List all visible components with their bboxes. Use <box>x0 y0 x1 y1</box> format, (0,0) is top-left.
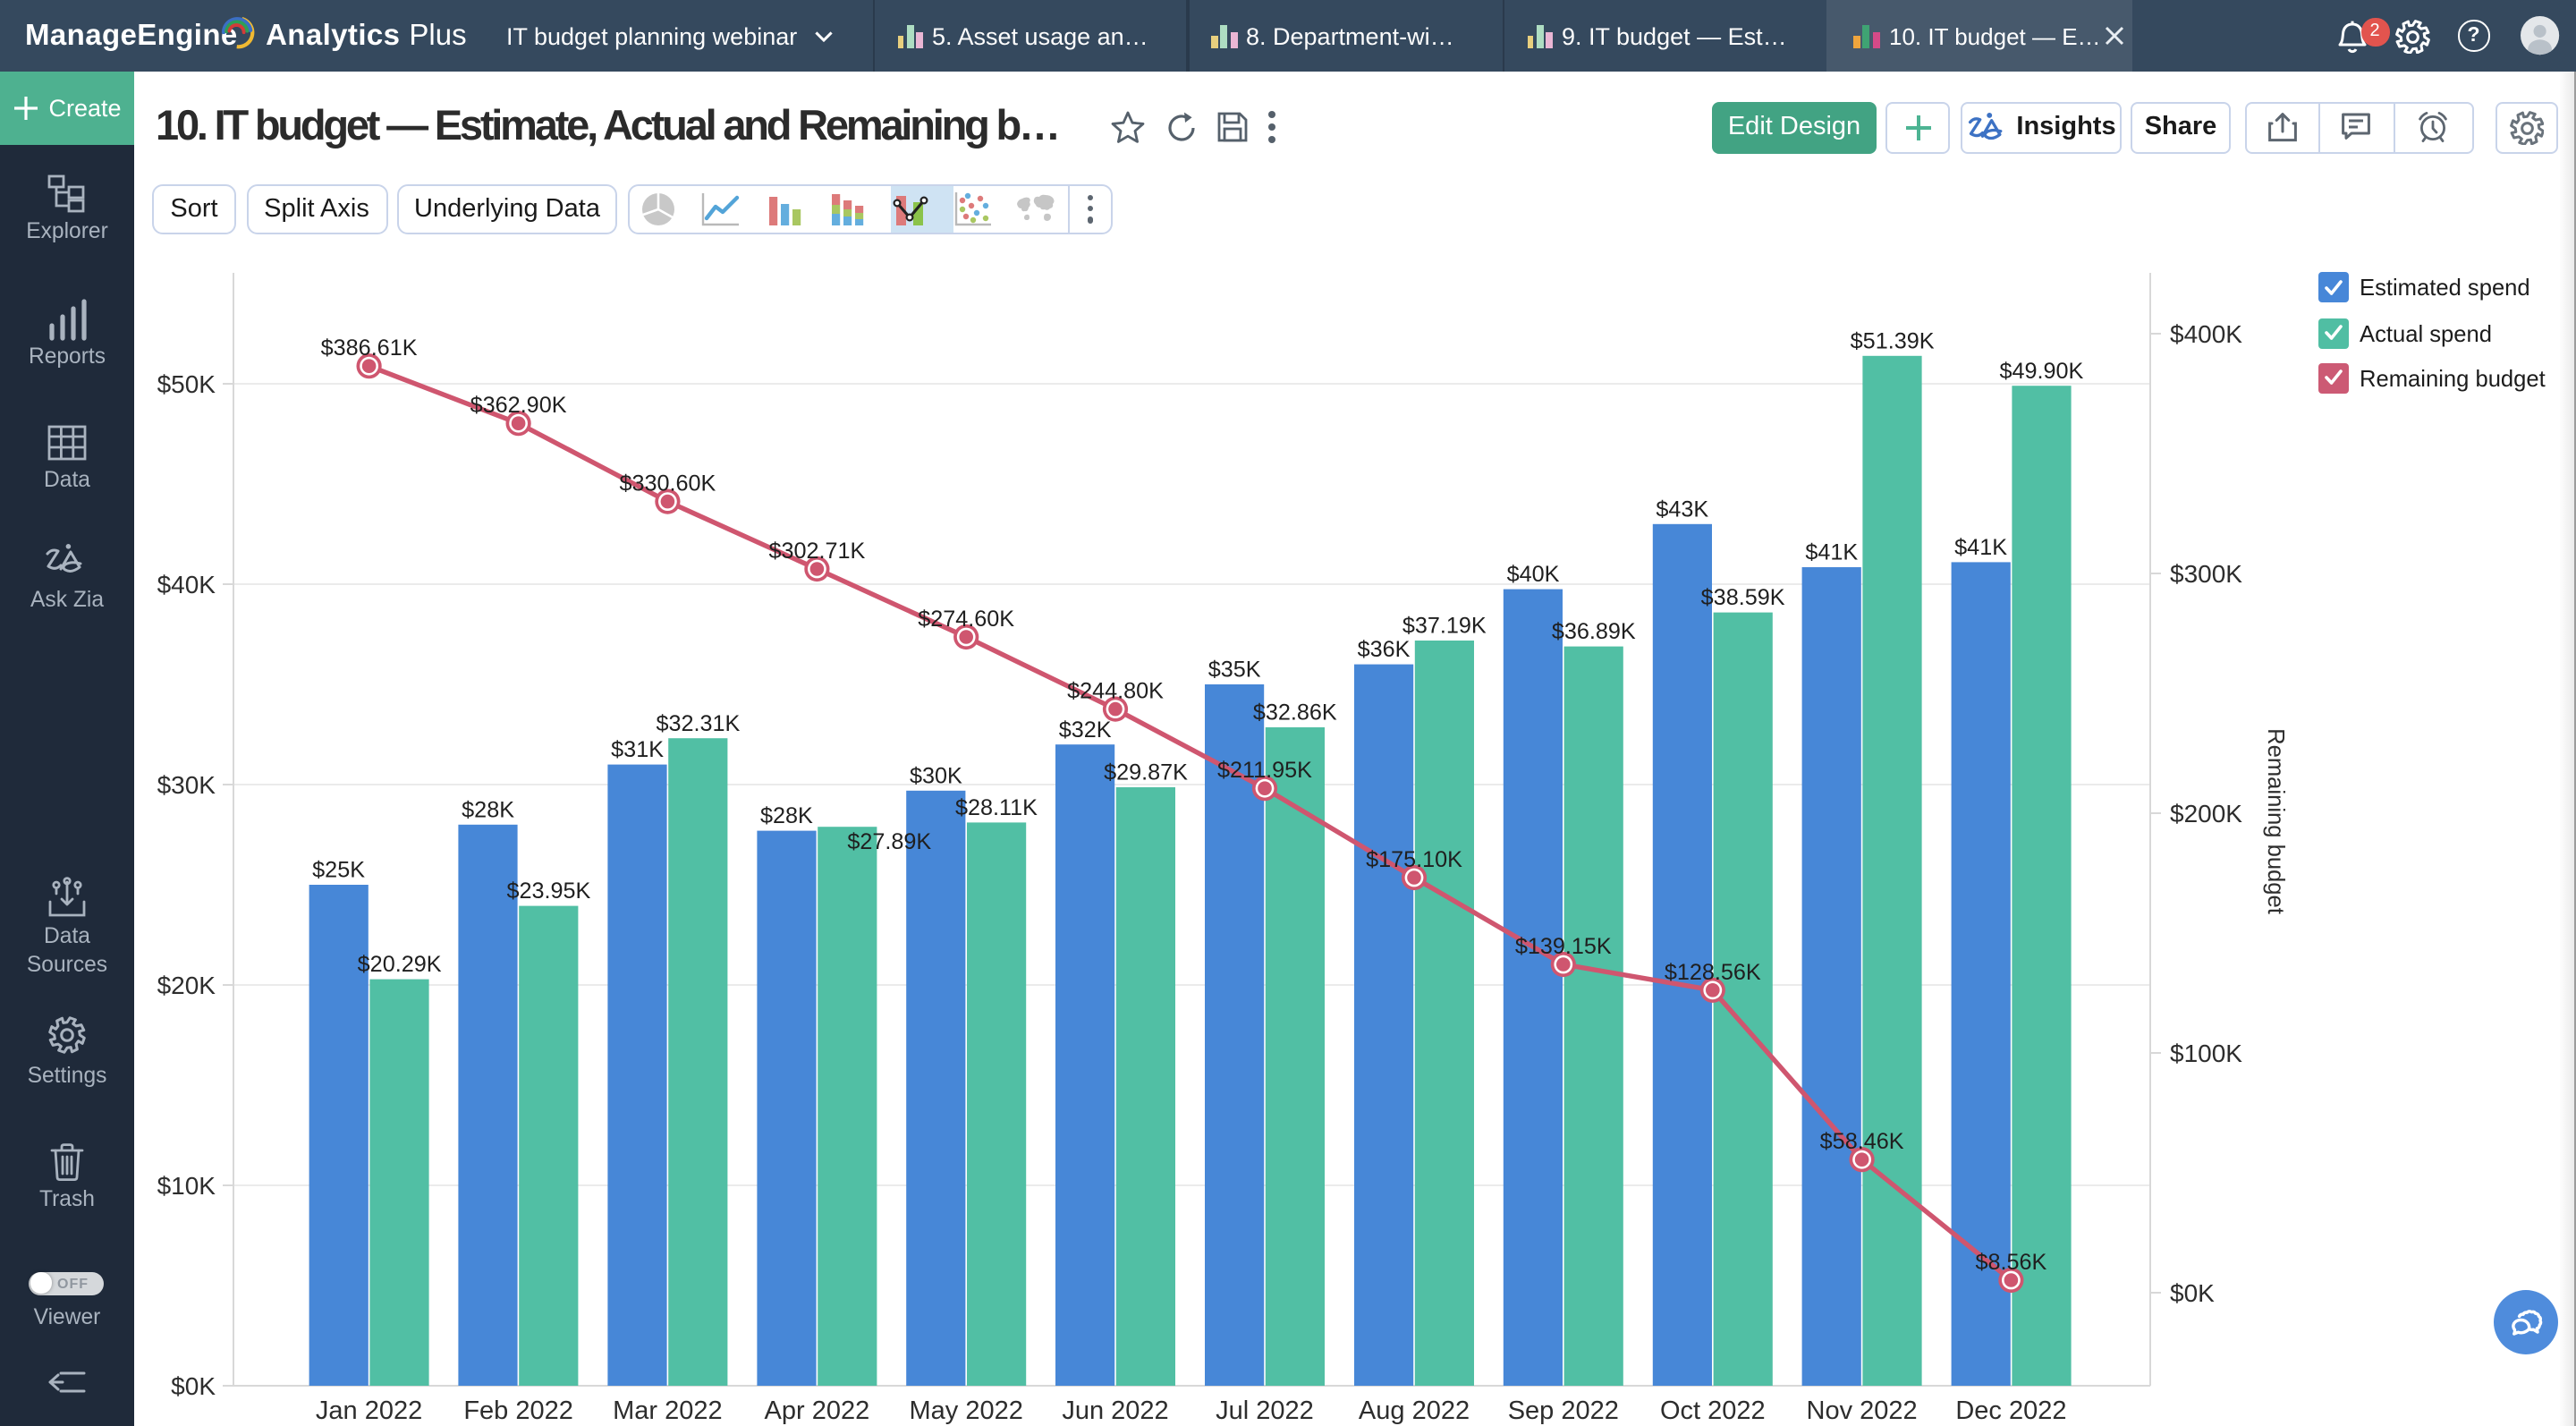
svg-text:$386.61K: $386.61K <box>321 335 418 361</box>
svg-text:$28K: $28K <box>462 797 514 822</box>
svg-text:$0K: $0K <box>2170 1279 2215 1307</box>
svg-text:Remaining budget: Remaining budget <box>2263 728 2288 914</box>
svg-text:$41K: $41K <box>1805 540 1858 565</box>
svg-text:Jun 2022: Jun 2022 <box>1062 1396 1168 1425</box>
svg-text:$200K: $200K <box>2170 800 2242 828</box>
svg-text:$20.29K: $20.29K <box>358 952 442 977</box>
svg-text:$43K: $43K <box>1656 497 1708 522</box>
svg-text:$32.86K: $32.86K <box>1253 700 1337 726</box>
svg-text:$27.89K: $27.89K <box>847 829 931 854</box>
svg-text:$36K: $36K <box>1358 637 1411 662</box>
svg-text:$244.80K: $244.80K <box>1067 679 1164 704</box>
svg-text:$211.95K: $211.95K <box>1217 758 1312 783</box>
svg-text:$58.46K: $58.46K <box>1820 1129 1904 1154</box>
svg-text:Oct 2022: Oct 2022 <box>1660 1396 1766 1425</box>
svg-text:$20K: $20K <box>157 972 216 999</box>
svg-text:Jan 2022: Jan 2022 <box>316 1396 422 1425</box>
svg-text:Feb 2022: Feb 2022 <box>463 1396 573 1425</box>
svg-text:$330.60K: $330.60K <box>619 471 716 497</box>
svg-text:Jul 2022: Jul 2022 <box>1216 1396 1314 1425</box>
svg-text:$175.10K: $175.10K <box>1366 847 1462 872</box>
svg-text:$36.89K: $36.89K <box>1552 619 1636 644</box>
svg-text:Aug 2022: Aug 2022 <box>1359 1396 1470 1425</box>
svg-text:Apr 2022: Apr 2022 <box>765 1396 870 1425</box>
svg-text:$362.90K: $362.90K <box>470 393 567 418</box>
svg-text:$302.71K: $302.71K <box>768 539 865 564</box>
svg-text:$139.15K: $139.15K <box>1515 934 1612 959</box>
svg-text:Sep 2022: Sep 2022 <box>1508 1396 1619 1425</box>
svg-text:$274.60K: $274.60K <box>918 607 1014 632</box>
svg-text:$35K: $35K <box>1208 658 1261 683</box>
svg-text:Mar 2022: Mar 2022 <box>613 1396 723 1425</box>
svg-text:$29.87K: $29.87K <box>1104 760 1188 785</box>
svg-text:$10K: $10K <box>157 1172 216 1200</box>
svg-text:$28K: $28K <box>760 803 813 828</box>
svg-text:$37.19K: $37.19K <box>1402 614 1487 639</box>
svg-text:$0K: $0K <box>171 1372 216 1400</box>
svg-text:Nov 2022: Nov 2022 <box>1807 1396 1918 1425</box>
svg-text:$30K: $30K <box>910 763 962 788</box>
svg-text:$28.11K: $28.11K <box>955 795 1038 820</box>
svg-text:$300K: $300K <box>2170 560 2242 588</box>
svg-text:$100K: $100K <box>2170 1040 2242 1067</box>
svg-text:$49.90K: $49.90K <box>1999 359 2083 384</box>
svg-text:$400K: $400K <box>2170 320 2242 348</box>
svg-text:$23.95K: $23.95K <box>506 879 590 904</box>
svg-text:$41K: $41K <box>1954 535 2007 560</box>
svg-text:$38.59K: $38.59K <box>1701 585 1785 610</box>
svg-text:$32K: $32K <box>1059 717 1112 743</box>
svg-text:$51.39K: $51.39K <box>1851 328 1935 353</box>
svg-text:$128.56K: $128.56K <box>1665 960 1761 985</box>
svg-text:$25K: $25K <box>312 858 365 883</box>
svg-text:$32.31K: $32.31K <box>656 711 740 736</box>
svg-text:$50K: $50K <box>157 370 216 398</box>
svg-text:$31K: $31K <box>611 737 664 762</box>
svg-text:$40K: $40K <box>1507 562 1560 587</box>
svg-text:$40K: $40K <box>157 571 216 598</box>
svg-text:May 2022: May 2022 <box>910 1396 1023 1425</box>
svg-text:$8.56K: $8.56K <box>1975 1250 2046 1275</box>
svg-text:Dec 2022: Dec 2022 <box>1955 1396 2066 1425</box>
svg-text:$30K: $30K <box>157 771 216 799</box>
